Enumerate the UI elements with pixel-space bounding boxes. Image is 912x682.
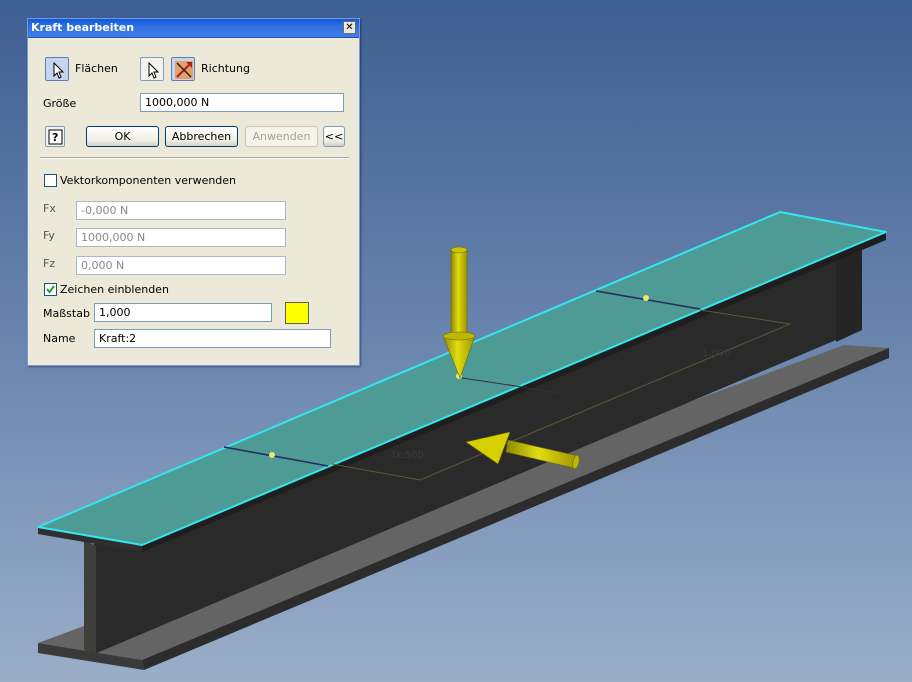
glyph-color-button[interactable] — [285, 302, 309, 324]
dialog-separator — [40, 157, 349, 159]
dialog-titlebar[interactable]: Kraft bearbeiten ✕ — [28, 19, 359, 38]
flip-direction-button[interactable] — [171, 57, 195, 81]
dimension-label-center: fx:500 — [392, 450, 424, 461]
vector-components-checkbox[interactable] — [44, 174, 57, 187]
checkmark-icon — [46, 285, 55, 294]
fz-label: Fz — [43, 257, 56, 270]
name-label: Name — [43, 332, 76, 345]
web-end-face — [84, 540, 96, 655]
collapse-button[interactable]: << — [323, 126, 345, 147]
point-marker-right — [643, 295, 649, 301]
size-label: Größe — [43, 97, 77, 110]
direction-select-button[interactable] — [140, 57, 164, 81]
help-icon: ? — [48, 129, 63, 145]
fy-label: Fy — [43, 229, 55, 242]
help-button[interactable]: ? — [45, 126, 65, 147]
flip-direction-icon — [175, 61, 193, 79]
name-input[interactable]: Kraft:2 — [94, 329, 331, 348]
scale-label: Maßstab — [43, 307, 90, 320]
scale-input[interactable]: 1,000 — [94, 303, 272, 322]
show-glyphs-label: Zeichen einblenden — [60, 283, 169, 296]
fy-input[interactable]: 1000,000 N — [76, 228, 286, 247]
fx-label: Fx — [43, 202, 56, 215]
point-marker-left — [269, 452, 275, 458]
ok-button[interactable]: OK — [86, 126, 159, 147]
vector-components-label: Vektorkomponenten verwenden — [60, 174, 237, 187]
close-button[interactable]: ✕ — [343, 21, 356, 34]
direction-label: Richtung — [201, 62, 250, 75]
dialog-title: Kraft bearbeiten — [31, 21, 135, 34]
faces-select-button[interactable] — [45, 57, 69, 81]
dimension-label-right: 1.000 — [702, 348, 731, 359]
cursor-arrow-icon — [148, 61, 160, 79]
fx-input[interactable]: -0,000 N — [76, 201, 286, 220]
apply-button[interactable]: Anwenden — [245, 126, 318, 147]
size-input[interactable]: 1000,000 N — [140, 93, 344, 112]
svg-text:?: ? — [52, 131, 58, 144]
cancel-button[interactable]: Abbrechen — [165, 126, 238, 147]
faces-label: Flächen — [75, 62, 118, 75]
show-glyphs-checkbox[interactable] — [44, 283, 57, 296]
cursor-arrow-icon — [53, 61, 65, 79]
edit-force-dialog: Kraft bearbeiten ✕ Flächen Richtung Größ… — [27, 18, 360, 366]
fz-input[interactable]: 0,000 N — [76, 256, 286, 275]
